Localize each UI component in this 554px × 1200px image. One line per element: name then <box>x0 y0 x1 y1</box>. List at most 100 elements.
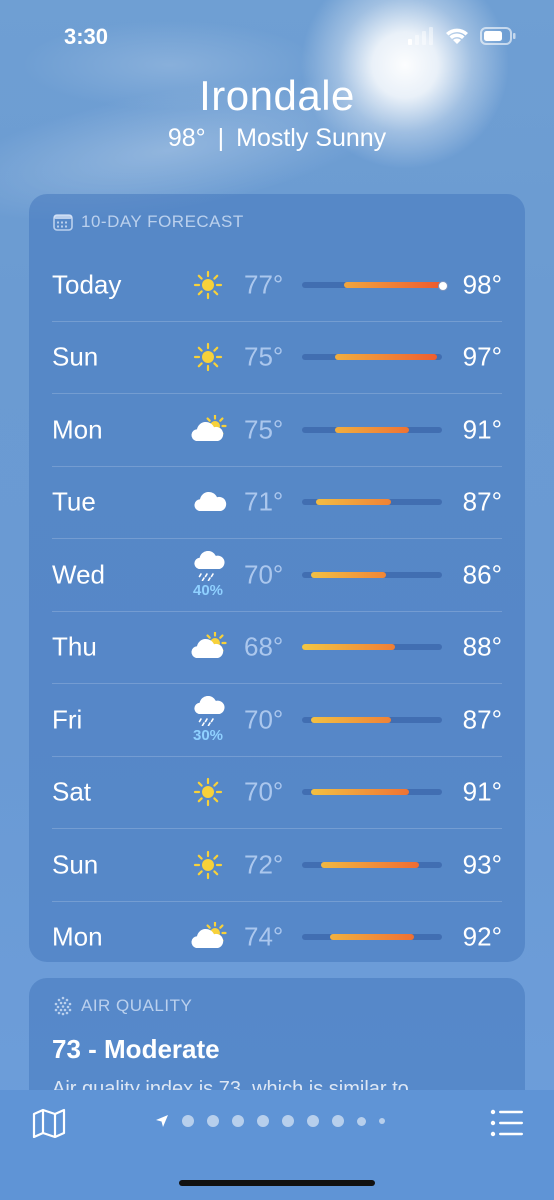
precipitation-chance: 30% <box>192 726 224 744</box>
forecast-day: Today <box>52 269 122 300</box>
weather-icon-wrap <box>186 467 230 539</box>
high-temperature: 87° <box>462 704 502 735</box>
wifi-icon <box>446 28 468 44</box>
calendar-icon <box>53 214 73 231</box>
low-temperature: 77° <box>244 269 284 300</box>
page-dot[interactable] <box>182 1115 194 1127</box>
forecast-day: Tue <box>52 486 96 517</box>
forecast-rows: Today 77° 98° Sun 75° 97° Mon 75° 91° Tue 71° 87° We… <box>52 249 502 973</box>
page-indicator[interactable] <box>155 1114 385 1128</box>
current-temperature-dot <box>438 280 448 291</box>
temperature-range-bar <box>302 354 442 361</box>
low-temperature: 70° <box>244 704 284 735</box>
temperature-range-fill <box>344 281 442 288</box>
page-dot[interactable] <box>232 1115 244 1127</box>
home-indicator[interactable] <box>179 1180 375 1186</box>
page-dot[interactable] <box>207 1115 219 1127</box>
temperature-range-fill <box>334 354 438 361</box>
weather-icon-wrap <box>186 249 230 321</box>
low-temperature: 71° <box>244 486 284 517</box>
air-quality-header: AIR QUALITY <box>53 996 192 1016</box>
map-icon[interactable] <box>32 1108 66 1138</box>
weather-icon-wrap <box>186 612 230 684</box>
sun-icon <box>193 270 223 299</box>
partly-cloudy-icon <box>191 414 227 441</box>
forecast-row[interactable]: Tue 71° 87° <box>52 465 502 539</box>
weather-icon-wrap <box>186 757 230 829</box>
page-dot[interactable] <box>257 1115 269 1127</box>
air-quality-icon <box>54 996 72 1016</box>
weather-icon-wrap <box>186 394 230 466</box>
temperature-range-bar <box>302 499 442 506</box>
forecast-row[interactable]: Sat 70° 91° <box>52 755 502 829</box>
low-temperature: 70° <box>244 559 284 590</box>
sun-icon <box>193 343 223 372</box>
forecast-day: Wed <box>52 559 105 590</box>
list-icon[interactable] <box>490 1108 524 1138</box>
temperature-range-fill <box>302 644 396 651</box>
cellular-signal-icon <box>408 26 433 45</box>
city-name: Irondale <box>199 72 355 119</box>
high-temperature: 92° <box>462 921 502 952</box>
temperature-range-fill <box>320 861 419 868</box>
high-temperature: 86° <box>462 559 502 590</box>
air-quality-value: 73 - Moderate <box>52 1034 220 1064</box>
location-header: Irondale 98° | Mostly Sunny <box>0 72 554 153</box>
page-dot[interactable] <box>282 1115 294 1127</box>
forecast-row[interactable]: Sun 75° 97° <box>52 320 502 394</box>
forecast-row[interactable]: Sun 72° 93° <box>52 828 502 901</box>
status-time: 3:30 <box>64 24 109 49</box>
forecast-day: Sat <box>52 776 92 807</box>
temperature-range-bar <box>302 280 448 291</box>
page-dot[interactable] <box>307 1115 319 1127</box>
forecast-day: Thu <box>52 631 97 662</box>
status-bar: 3:30 <box>0 0 554 70</box>
temperature-range-fill <box>334 426 410 433</box>
high-temperature: 98° <box>462 269 502 300</box>
page-dot[interactable] <box>357 1116 366 1126</box>
separator: | <box>217 124 225 152</box>
forecast-day: Sun <box>52 341 99 372</box>
temperature-range-bar <box>302 861 442 868</box>
temperature-range-bar <box>302 426 442 433</box>
forecast-row[interactable]: Today 77° 98° <box>52 249 502 321</box>
page-dot[interactable] <box>332 1115 344 1127</box>
low-temperature: 74° <box>244 921 284 952</box>
temperature-range-fill <box>311 716 391 723</box>
page-dot[interactable] <box>379 1118 385 1124</box>
ten-day-forecast-card[interactable]: 10-DAY FORECAST Today 77° 98° Sun 75° 97° Mon 7… <box>29 194 525 962</box>
temperature-range-fill <box>316 499 391 506</box>
temperature-range-bar <box>302 571 442 578</box>
forecast-row[interactable]: Wed 40% 70° 86° <box>52 538 502 611</box>
high-temperature: 87° <box>462 486 502 517</box>
condition-text: Mostly Sunny <box>236 124 387 152</box>
forecast-row[interactable]: Mon 74° 92° <box>52 900 502 974</box>
partly-cloudy-icon <box>191 632 227 659</box>
temperature-range-fill <box>311 789 410 796</box>
high-temperature: 91° <box>462 776 502 807</box>
forecast-day: Fri <box>52 704 83 735</box>
high-temperature: 91° <box>462 414 502 445</box>
forecast-day: Sun <box>52 849 99 880</box>
temperature-range-bar <box>302 934 442 941</box>
rain-cloud-icon <box>194 695 225 726</box>
forecast-row[interactable]: Fri 30% 70° 87° <box>52 683 502 756</box>
forecast-day: Mon <box>52 921 103 952</box>
weather-icon-wrap <box>186 902 230 974</box>
low-temperature: 75° <box>244 414 284 445</box>
weather-icon-wrap <box>186 322 230 394</box>
weather-icon-wrap: 40% <box>186 539 230 611</box>
location-arrow-icon[interactable] <box>155 1114 169 1128</box>
temperature-range-fill <box>311 571 386 578</box>
sun-icon <box>193 778 223 807</box>
forecast-row[interactable]: Mon 75° 91° <box>52 393 502 466</box>
temperature-range-fill <box>330 934 414 941</box>
high-temperature: 93° <box>462 849 502 880</box>
low-temperature: 68° <box>244 631 284 662</box>
weather-icon-wrap <box>186 829 230 901</box>
forecast-title: 10-DAY FORECAST <box>81 212 244 231</box>
sun-icon <box>193 850 223 879</box>
current-conditions: 98° | Mostly Sunny <box>0 124 554 153</box>
forecast-row[interactable]: Thu 68° 88° <box>52 610 502 684</box>
forecast-card-header: 10-DAY FORECAST <box>53 212 244 232</box>
